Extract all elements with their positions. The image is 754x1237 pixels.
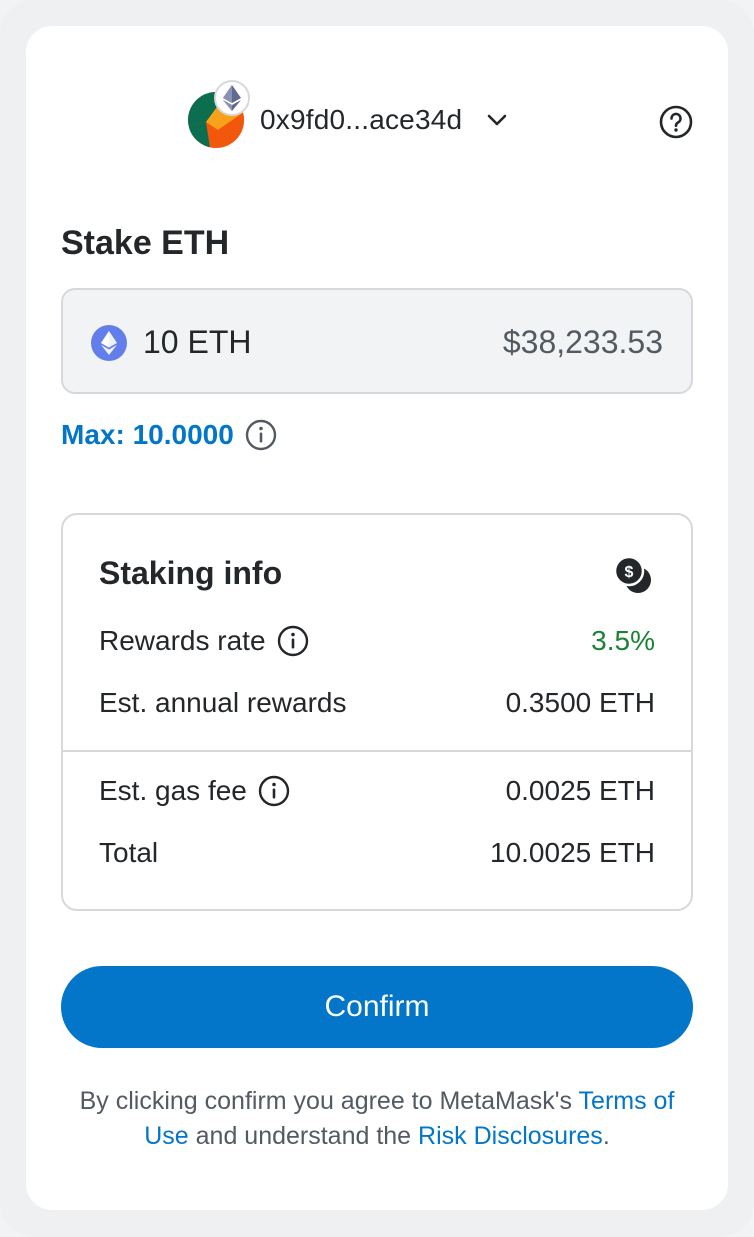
fiat-value: $38,233.53 [502, 324, 663, 360]
legal-prefix: By clicking confirm you agree to MetaMas… [79, 1087, 579, 1115]
legal-disclaimer: By clicking confirm you agree to MetaMas… [61, 1084, 693, 1154]
svg-text:$: $ [625, 564, 634, 581]
rewards-rate-label: Rewards rate [99, 625, 266, 656]
window-frame: 0x9fd0...ace34d Stake ETH 10 ETH $38,233… [0, 0, 754, 1237]
gas-fee-row: Est. gas fee 0.0025 ETH [99, 771, 655, 811]
max-amount: Max: 10.0000 [61, 418, 278, 452]
ethereum-icon [214, 80, 250, 116]
annual-rewards-value: 0.3500 ETH [505, 687, 655, 718]
question-circle-icon[interactable] [658, 104, 694, 140]
stake-card: 0x9fd0...ace34d Stake ETH 10 ETH $38,233… [26, 26, 728, 1210]
gas-fee-label: Est. gas fee [99, 775, 247, 806]
page-title: Stake ETH [61, 224, 230, 262]
info-icon[interactable] [257, 774, 291, 808]
ethereum-icon [91, 325, 127, 361]
staking-info-card: Staking info $ Rewards rate 3.5% Est. an… [61, 513, 693, 911]
coins-icon: $ [613, 555, 651, 593]
risk-disclosures-link[interactable]: Risk Disclosures [418, 1122, 603, 1150]
info-icon[interactable] [276, 624, 310, 658]
total-value: 10.0025 ETH [490, 837, 655, 868]
annual-rewards-row: Est. annual rewards 0.3500 ETH [99, 683, 655, 723]
info-icon[interactable] [244, 418, 278, 452]
legal-middle: and understand the [188, 1122, 419, 1150]
annual-rewards-label: Est. annual rewards [99, 687, 347, 718]
chevron-down-icon [487, 114, 507, 126]
rewards-rate-value: 3.5% [591, 625, 655, 656]
account-address: 0x9fd0...ace34d [260, 104, 463, 135]
total-label: Total [99, 837, 159, 868]
account-avatar-icon [188, 80, 250, 148]
rewards-rate-row: Rewards rate 3.5% [99, 621, 655, 661]
max-button[interactable]: Max: 10.0000 [61, 419, 234, 451]
legal-suffix: . [602, 1122, 610, 1150]
confirm-button[interactable]: Confirm [61, 966, 693, 1048]
total-row: Total 10.0025 ETH [99, 833, 655, 873]
amount-value: 10 ETH [143, 324, 252, 360]
account-picker[interactable]: 0x9fd0...ace34d [188, 80, 510, 154]
divider [63, 750, 691, 752]
amount-input[interactable]: 10 ETH $38,233.53 [61, 288, 693, 394]
gas-fee-value: 0.0025 ETH [505, 775, 655, 806]
staking-info-title: Staking info [99, 555, 283, 591]
